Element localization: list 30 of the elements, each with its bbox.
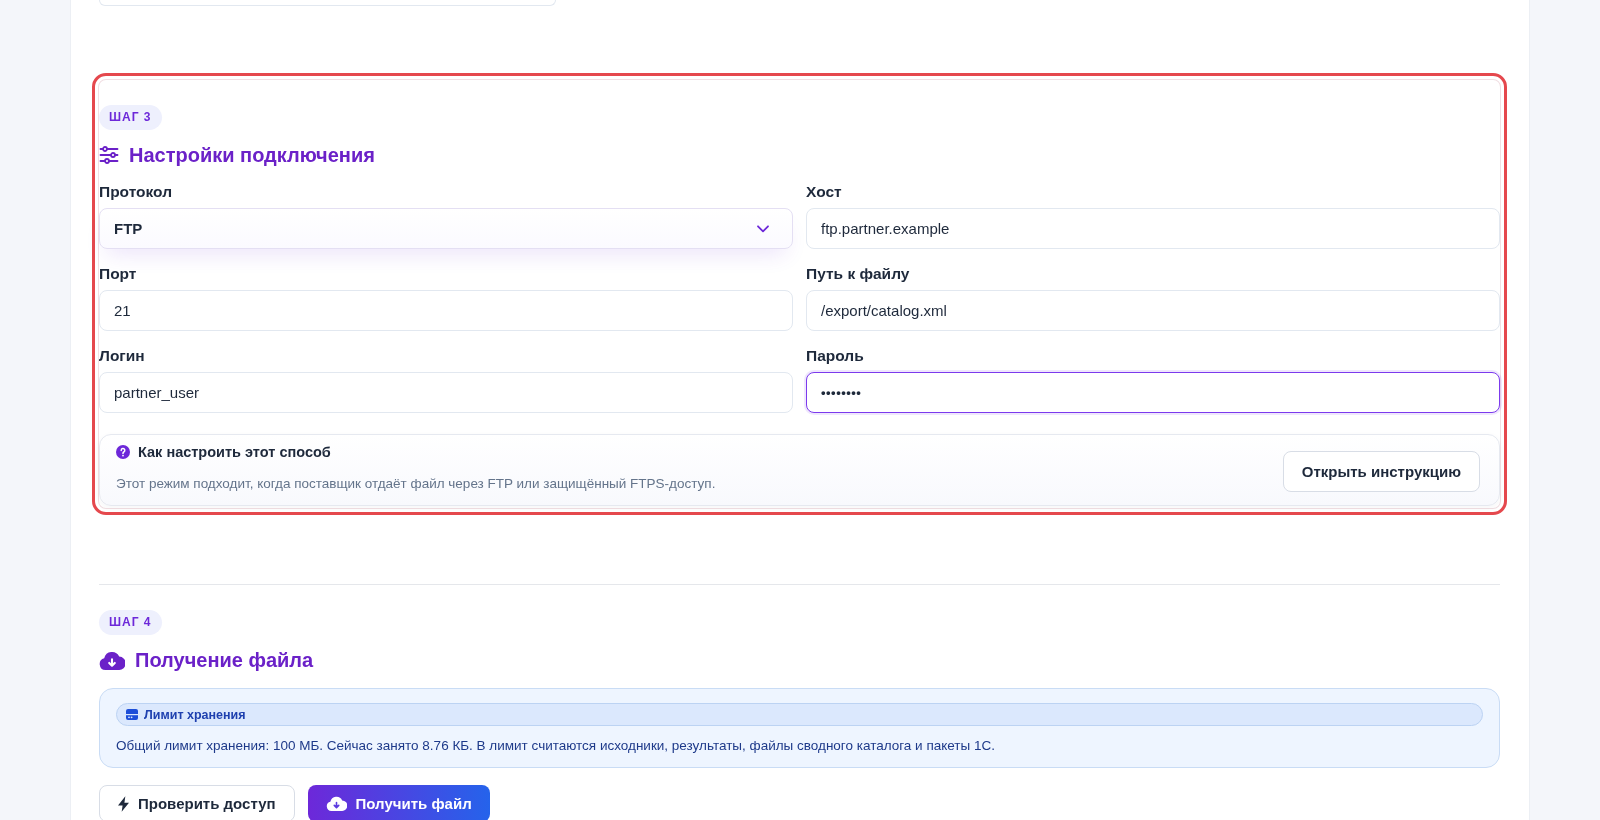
- field-label: Путь к файлу: [806, 264, 910, 284]
- section-title: Получение файла: [135, 648, 314, 672]
- check-access-button[interactable]: Проверить доступ: [99, 785, 295, 820]
- field-label: Логин: [99, 346, 145, 366]
- sliders-icon: [99, 145, 119, 165]
- step-badge: ШАГ 4: [99, 610, 162, 635]
- cloud-download-icon: [325, 796, 347, 811]
- dropdown-field[interactable]: FTP: [99, 208, 793, 249]
- help-title: Как настроить этот способ: [138, 443, 331, 462]
- open-instructions-button[interactable]: Открыть инструкцию: [1282, 450, 1480, 492]
- field-label: Пароль: [806, 346, 864, 366]
- input-field[interactable]: /export/catalog.xml: [806, 290, 1500, 331]
- password-field[interactable]: ••••••••: [806, 372, 1500, 413]
- field-label: Протокол: [99, 182, 173, 202]
- input-field[interactable]: ftp.partner.example: [806, 208, 1500, 249]
- chevron-down-icon: [757, 224, 769, 233]
- section-title: Настройки подключения: [129, 143, 375, 167]
- notice-text: Общий лимит хранения: 100 МБ. Сейчас занято 8.76 КБ. В лимит считаются исходники, результаты, файлы сводного каталога и пакеты 1С.: [116, 737, 996, 755]
- field-label: Порт: [99, 264, 137, 284]
- input-field[interactable]: partner_user: [99, 372, 793, 413]
- help-icon: [116, 445, 130, 459]
- download-file-button[interactable]: Получить файл: [307, 785, 490, 820]
- input-field[interactable]: 21: [99, 290, 793, 331]
- step-badge: ШАГ 3: [99, 105, 162, 130]
- cloud-download-icon: [99, 650, 125, 670]
- lightning-bolt-icon: [118, 795, 129, 812]
- drive-icon: [126, 709, 138, 720]
- field-label: Хост: [806, 182, 842, 202]
- help-description: Этот режим подходит, когда поставщик отдаёт файл через FTP или защищённый FTPS-доступ.: [116, 475, 716, 493]
- notice-title: Лимит хранения: [144, 706, 246, 723]
